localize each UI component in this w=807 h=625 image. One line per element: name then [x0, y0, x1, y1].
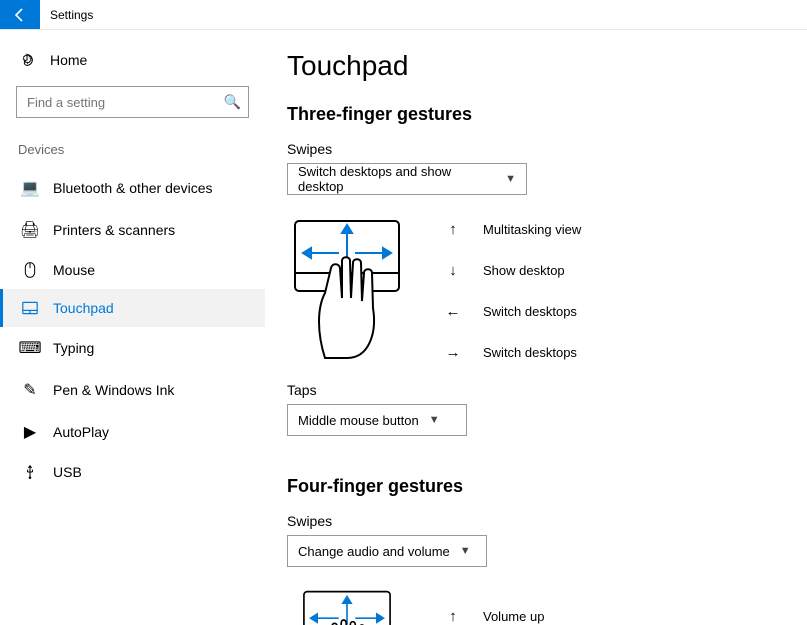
pen-icon: ✎ — [21, 380, 39, 400]
legend-row-up: ↑ Multitasking view — [445, 221, 581, 238]
legend-right-label: Switch desktops — [483, 345, 577, 360]
sidebar-item-label: AutoPlay — [53, 424, 109, 440]
legend-up-label: Multitasking view — [483, 222, 581, 237]
back-button[interactable] — [0, 0, 40, 29]
legend-row-down: ↓ Show desktop — [445, 262, 581, 279]
chevron-down-icon: ▼ — [505, 173, 516, 185]
devices-icon: 💻 — [21, 178, 39, 198]
sidebar-home-label: Home — [50, 52, 87, 68]
arrow-left-icon: ← — [445, 303, 461, 320]
section-heading-four: Four-finger gestures — [287, 476, 785, 497]
sidebar-item-printers[interactable]: 🖨 Printers & scanners — [0, 209, 265, 251]
sidebar-item-label: USB — [53, 464, 82, 480]
taps-combo-three-value: Middle mouse button — [298, 413, 419, 428]
arrow-left-icon — [12, 7, 28, 23]
swipes-combo-three-value: Switch desktops and show desktop — [298, 164, 495, 194]
arrow-up-icon: ↑ — [445, 221, 461, 238]
chevron-down-icon: ▼ — [429, 414, 440, 426]
sidebar-item-autoplay[interactable]: ▶ AutoPlay — [0, 411, 265, 453]
arrow-right-icon: → — [445, 344, 461, 361]
taps-combo-three[interactable]: Middle mouse button ▼ — [287, 404, 467, 436]
titlebar: Settings — [0, 0, 807, 30]
printer-icon: 🖨 — [21, 220, 39, 240]
swipes-combo-four[interactable]: Change audio and volume ▼ — [287, 535, 487, 567]
sidebar-item-touchpad[interactable]: Touchpad — [0, 289, 265, 327]
legend-row-up-four: ↑ Volume up — [445, 608, 544, 625]
sidebar-item-usb[interactable]: USB — [0, 453, 265, 491]
mouse-icon — [21, 262, 39, 278]
autoplay-icon: ▶ — [21, 422, 39, 442]
legend-up-label-four: Volume up — [483, 609, 544, 624]
swipes-combo-four-value: Change audio and volume — [298, 544, 450, 559]
legend-row-left: ← Switch desktops — [445, 303, 581, 320]
four-finger-legend: ↑ Volume up — [445, 608, 544, 625]
arrow-up-icon: ↑ — [445, 608, 461, 625]
section-heading-three: Three-finger gestures — [287, 104, 785, 125]
sidebar-item-label: Mouse — [53, 262, 95, 278]
sidebar-item-pen[interactable]: ✎ Pen & Windows Ink — [0, 369, 265, 411]
four-finger-gesture-illustration — [287, 585, 407, 625]
window-title: Settings — [40, 0, 93, 29]
three-finger-gesture-illustration — [287, 213, 407, 368]
touchpad-icon — [21, 300, 39, 316]
three-finger-legend: ↑ Multitasking view ↓ Show desktop ← Swi… — [445, 221, 581, 361]
sidebar-group-label: Devices — [0, 136, 265, 167]
legend-row-right: → Switch desktops — [445, 344, 581, 361]
swipes-label-four: Swipes — [287, 513, 785, 529]
arrow-down-icon: ↓ — [445, 262, 461, 279]
swipes-combo-three[interactable]: Switch desktops and show desktop ▼ — [287, 163, 527, 195]
sidebar-item-label: Printers & scanners — [53, 222, 175, 238]
sidebar-item-typing[interactable]: ⌨ Typing — [0, 327, 265, 369]
page-title: Touchpad — [287, 50, 785, 82]
sidebar-item-bluetooth[interactable]: 💻 Bluetooth & other devices — [0, 167, 265, 209]
sidebar-item-label: Touchpad — [53, 300, 114, 316]
taps-label-three: Taps — [287, 382, 785, 398]
sidebar-home[interactable]: Home — [0, 44, 265, 76]
sidebar-item-label: Bluetooth & other devices — [53, 180, 213, 196]
gear-icon — [18, 52, 36, 68]
usb-icon — [21, 464, 39, 480]
sidebar: Home 🔍 Devices 💻 Bluetooth & other devic… — [0, 30, 265, 625]
chevron-down-icon: ▼ — [460, 545, 471, 557]
sidebar-item-label: Typing — [53, 340, 94, 356]
legend-left-label: Switch desktops — [483, 304, 577, 319]
content: Touchpad Three-finger gestures Swipes Sw… — [265, 30, 807, 625]
keyboard-icon: ⌨ — [21, 338, 39, 358]
sidebar-item-label: Pen & Windows Ink — [53, 382, 174, 398]
search-input[interactable] — [16, 86, 249, 118]
swipes-label-three: Swipes — [287, 141, 785, 157]
legend-down-label: Show desktop — [483, 263, 565, 278]
sidebar-item-mouse[interactable]: Mouse — [0, 251, 265, 289]
